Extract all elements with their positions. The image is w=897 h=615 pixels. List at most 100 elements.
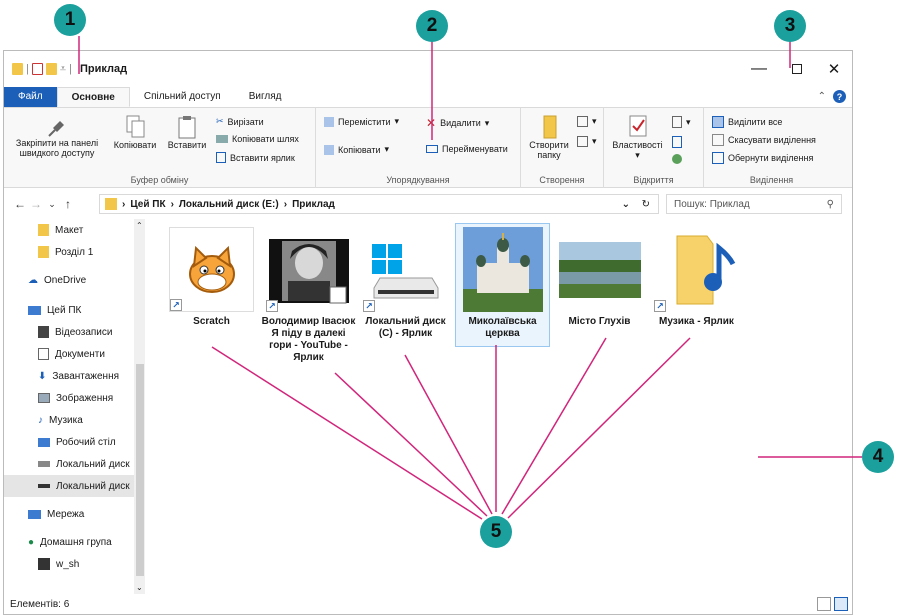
move-to-button[interactable]: Перемістити ▾	[324, 116, 399, 127]
select-none-button[interactable]: Скасувати виділення	[712, 134, 816, 146]
window-title: Приклад	[79, 63, 128, 75]
drive-icon	[38, 484, 50, 488]
properties-check-icon	[629, 115, 646, 137]
nav-label: Завантаження	[52, 370, 120, 382]
tab-file[interactable]: Файл	[4, 87, 57, 107]
file-drive-c-shortcut[interactable]: ↗ Локальний диск (C) - Ярлик	[358, 227, 453, 340]
music-icon: ♪	[38, 414, 43, 426]
properties-check-icon[interactable]	[31, 63, 43, 75]
picture-icon	[38, 393, 50, 403]
delete-button[interactable]: ✕ Видалити ▾	[426, 116, 489, 130]
file-music-shortcut[interactable]: ↗ Музика - Ярлик	[649, 227, 744, 328]
nav-item-this-pc[interactable]: Цей ПК	[4, 299, 134, 321]
new-group-label: Створення	[539, 175, 585, 185]
navigation-pane: Макет Розділ 1 ☁ OneDrive Цей ПК Відеозап…	[4, 219, 145, 595]
nav-item-homegroup[interactable]: ● Домашня група	[4, 531, 134, 553]
file-name: Музика - Ярлик	[659, 316, 734, 327]
select-group-label: Виділення	[749, 175, 794, 185]
recent-dropdown-icon[interactable]: ⌄	[44, 199, 60, 210]
nav-item-downloads[interactable]: ⬇ Завантаження	[4, 365, 134, 387]
nav-item-network[interactable]: Мережа	[4, 503, 134, 525]
details-view-icon[interactable]	[817, 597, 831, 611]
address-bar[interactable]: › Цей ПК › Локальний диск (E:) › Приклад…	[99, 194, 659, 214]
address-dropdown-icon[interactable]: ⌄	[622, 199, 630, 210]
file-youtube-shortcut[interactable]: ↗ Володимир Івасюк Я піду в далекі гори …	[261, 227, 356, 364]
edit-button[interactable]	[672, 136, 682, 148]
nav-item-pictures[interactable]: Зображення	[4, 387, 134, 409]
scroll-down-icon[interactable]: ⌄	[136, 583, 143, 592]
forward-arrow-icon[interactable]: →	[28, 197, 44, 211]
invert-selection-button[interactable]: Обернути виділення	[712, 152, 813, 164]
up-arrow-icon[interactable]: ↑	[60, 197, 76, 211]
history-button[interactable]	[672, 154, 682, 164]
rename-button[interactable]: Перейменувати	[426, 144, 508, 154]
back-arrow-icon[interactable]: ←	[12, 197, 28, 211]
scroll-up-icon[interactable]: ⌃	[136, 221, 143, 230]
new-folder-icon[interactable]	[45, 63, 57, 75]
tab-view[interactable]: Вигляд	[235, 87, 296, 107]
cut-button[interactable]: ✂ Вирізати	[216, 116, 264, 127]
nav-item-documents[interactable]: Документи	[4, 343, 134, 365]
cut-label: Вирізати	[227, 116, 264, 127]
music-folder-icon	[676, 235, 735, 304]
properties-label: Властивості	[612, 140, 663, 150]
paste-button[interactable]: Вставити	[162, 114, 212, 150]
status-bar: Елементів: 6	[4, 594, 852, 614]
pin-button[interactable]: Закріпити на панелі швидкого доступу	[7, 114, 107, 159]
refresh-icon[interactable]: ↻	[642, 199, 650, 210]
new-folder-icon	[543, 115, 557, 139]
delete-label: Видалити	[440, 118, 481, 128]
callout-4: 4	[862, 441, 894, 473]
copy-path-button[interactable]: Копіювати шлях	[216, 134, 299, 144]
help-icon[interactable]: ?	[833, 90, 846, 103]
nav-item-onedrive[interactable]: ☁ OneDrive	[4, 269, 134, 291]
qa-dropdown-icon[interactable]: ⩡	[60, 63, 66, 76]
collapse-ribbon-icon[interactable]: ⌃	[818, 91, 826, 102]
select-all-icon	[712, 116, 724, 128]
tab-share[interactable]: Спільний доступ	[130, 87, 235, 107]
address-row: ← → ⌄ ↑ › Цей ПК › Локальний диск (E:) ›…	[4, 191, 852, 217]
nav-item-maket[interactable]: Макет	[4, 219, 134, 241]
minimize-button[interactable]: —	[739, 51, 779, 87]
open-button[interactable]: ▾	[672, 116, 691, 128]
select-all-button[interactable]: Виділити все	[712, 116, 782, 128]
nav-item-user[interactable]: w_sh	[4, 553, 134, 575]
copy-to-button[interactable]: Копіювати ▾	[324, 144, 389, 155]
file-church-photo[interactable]: Миколаївська церква	[455, 223, 550, 347]
folder-icon	[38, 224, 49, 236]
nav-item-local-disk-1[interactable]: Локальний диск	[4, 453, 134, 475]
maximize-button[interactable]	[777, 51, 817, 87]
nav-item-videos[interactable]: Відеозаписи	[4, 321, 134, 343]
nav-label: Розділ 1	[55, 246, 94, 258]
search-input[interactable]: Пошук: Приклад ⚲	[666, 194, 842, 214]
file-hlukhiv-photo[interactable]: Місто Глухів	[552, 227, 647, 328]
tab-home[interactable]: Основне	[56, 87, 130, 107]
dropdown-icon: ▾	[384, 144, 390, 154]
close-button[interactable]: ✕	[814, 51, 854, 87]
copy-to-label: Копіювати	[338, 144, 381, 155]
easy-access-button[interactable]: ▾	[577, 136, 597, 147]
file-name: Місто Глухів	[568, 316, 631, 327]
breadcrumb-drive[interactable]: Локальний диск (E:)	[179, 199, 279, 210]
nav-item-section1[interactable]: Розділ 1	[4, 241, 134, 263]
large-icons-view-icon[interactable]	[834, 597, 848, 611]
breadcrumb-this-pc[interactable]: Цей ПК	[130, 199, 165, 210]
item-count: Елементів: 6	[10, 598, 70, 610]
breadcrumb-current[interactable]: Приклад	[292, 199, 335, 210]
nav-item-desktop[interactable]: Робочий стіл	[4, 431, 134, 453]
nav-scrollbar[interactable]: ⌃ ⌄	[134, 219, 145, 594]
properties-button[interactable]: Властивості ▾	[610, 114, 665, 161]
callout-1: 1	[54, 4, 86, 36]
new-folder-button[interactable]: Створити папку	[525, 114, 573, 161]
new-item-button[interactable]: ▾	[577, 116, 597, 127]
file-scratch[interactable]: ↗ Scratch	[164, 227, 259, 328]
nav-item-local-disk-2[interactable]: Локальний диск	[4, 475, 134, 497]
select-none-label: Скасувати виділення	[728, 135, 816, 145]
scroll-thumb[interactable]	[136, 364, 144, 576]
paste-shortcut-button[interactable]: Вставити ярлик	[216, 152, 295, 163]
copy-button[interactable]: Копіювати	[110, 114, 160, 150]
invert-selection-icon	[712, 152, 724, 164]
nav-label: w_sh	[56, 558, 80, 570]
nav-item-music[interactable]: ♪ Музика	[4, 409, 134, 431]
new-folder-label: Створити папку	[529, 140, 569, 161]
